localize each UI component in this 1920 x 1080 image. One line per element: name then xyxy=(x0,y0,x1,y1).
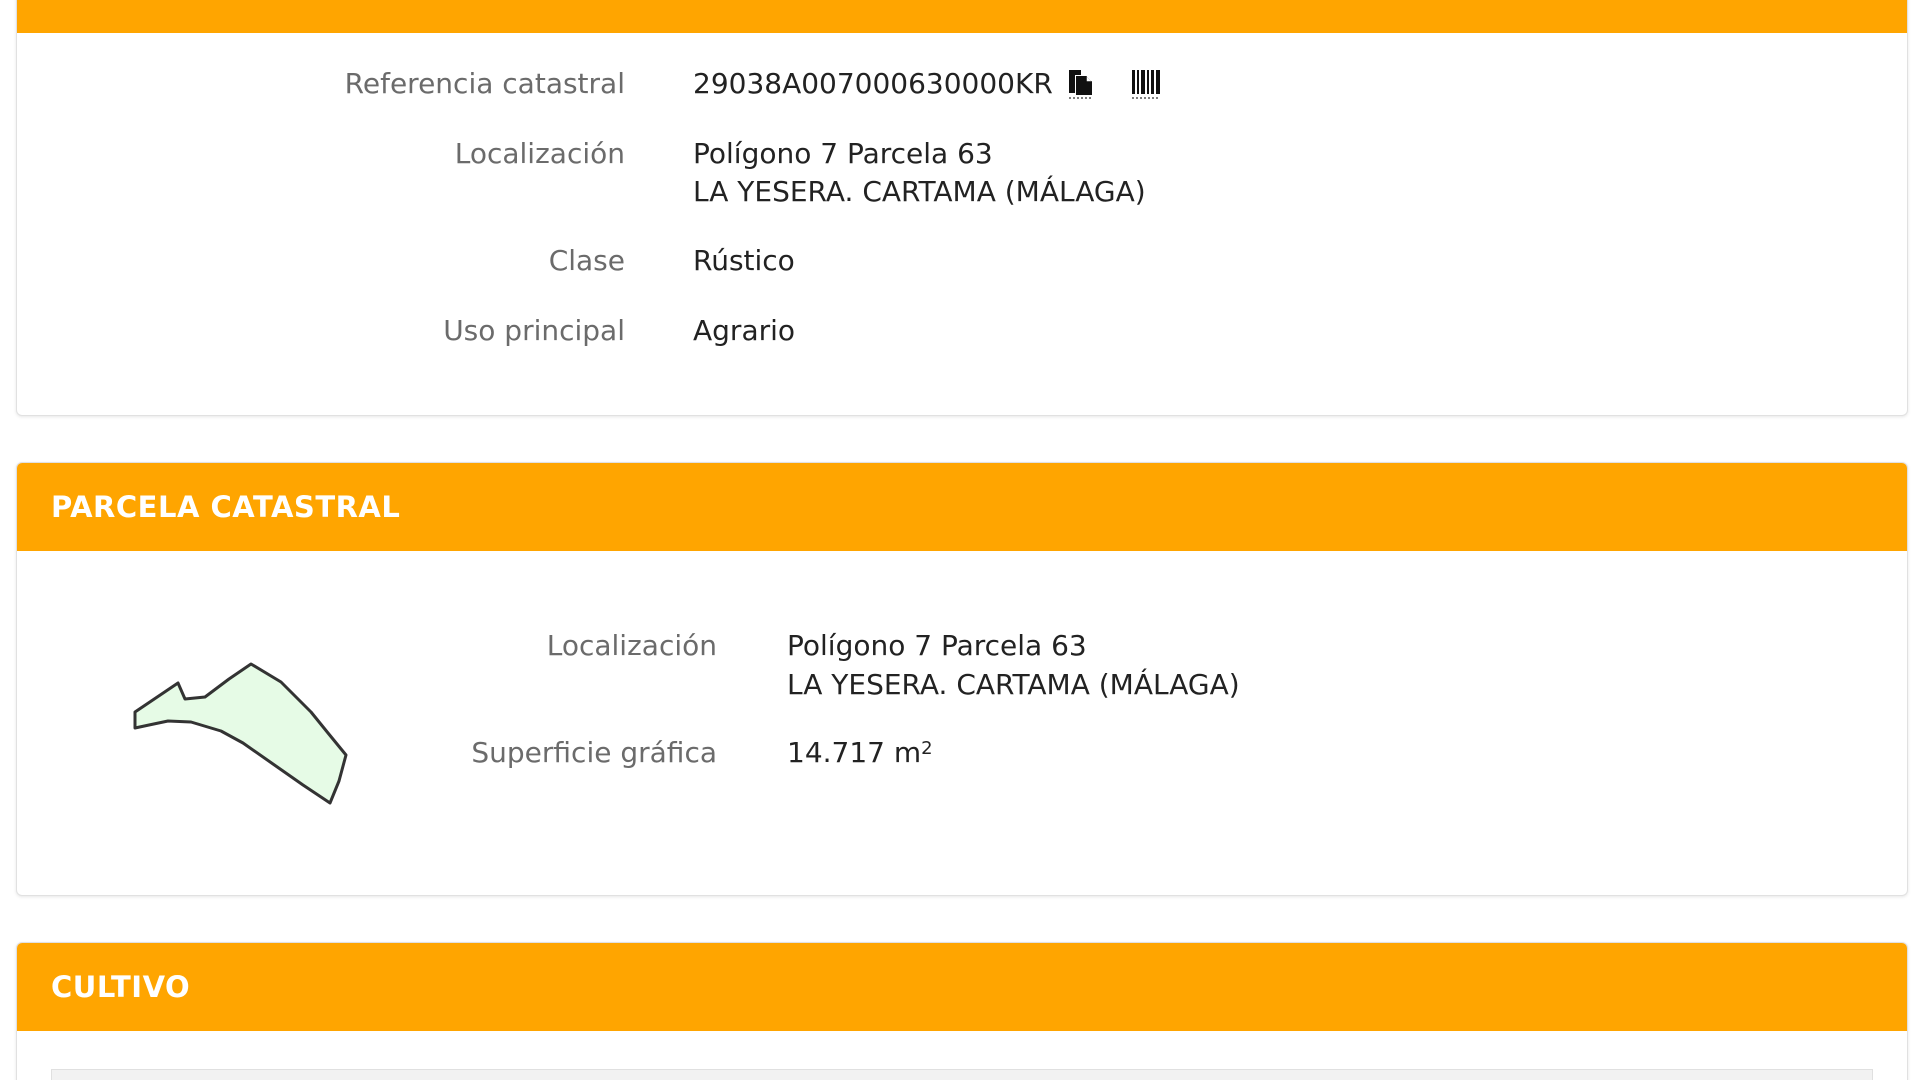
cultivo-title: CULTIVO xyxy=(51,970,191,1004)
localizacion-line2: LA YESERA. CARTAMA (MÁLAGA) xyxy=(693,175,1146,208)
referencia-value: 29038A007000630000KR xyxy=(693,67,1053,100)
cultivo-panel: CULTIVO xyxy=(16,942,1908,1080)
copy-icon[interactable] xyxy=(1063,67,1097,101)
page: Referencia catastral 29038A007000630000K… xyxy=(0,0,1920,1080)
clase-value: Rústico xyxy=(693,244,795,277)
uso-principal-value: Agrario xyxy=(693,314,796,347)
uso-principal-label: Uso principal xyxy=(443,314,625,347)
localizacion-line1: Polígono 7 Parcela 63 xyxy=(693,137,993,170)
superficie-value-wrap: 14.717 m2 xyxy=(787,734,933,772)
inmueble-panel: Referencia catastral 29038A007000630000K… xyxy=(16,0,1908,416)
localizacion-label: Localización xyxy=(454,137,625,170)
cultivo-panel-header: CULTIVO xyxy=(17,943,1907,1031)
parcela-localizacion-label: Localización xyxy=(546,629,717,662)
barcode-icon[interactable] xyxy=(1129,67,1163,101)
superficie-value: 14.717 m xyxy=(787,736,922,769)
parcela-title: PARCELA CATASTRAL xyxy=(51,490,401,524)
referencia-label: Referencia catastral xyxy=(344,67,625,100)
parcela-localizacion-line1: Polígono 7 Parcela 63 xyxy=(787,629,1087,662)
referencia-row: 29038A007000630000KR xyxy=(693,65,1163,103)
cultivo-table xyxy=(51,1069,1873,1080)
clase-label: Clase xyxy=(548,244,625,277)
parcela-panel: PARCELA CATASTRAL Localización Polígono … xyxy=(16,462,1908,896)
parcela-localizacion-line2: LA YESERA. CARTAMA (MÁLAGA) xyxy=(787,668,1240,701)
inmueble-panel-header xyxy=(17,0,1907,33)
superficie-unit-exponent: 2 xyxy=(921,738,933,759)
parcela-panel-header: PARCELA CATASTRAL xyxy=(17,463,1907,551)
superficie-label: Superficie gráfica xyxy=(471,736,717,769)
